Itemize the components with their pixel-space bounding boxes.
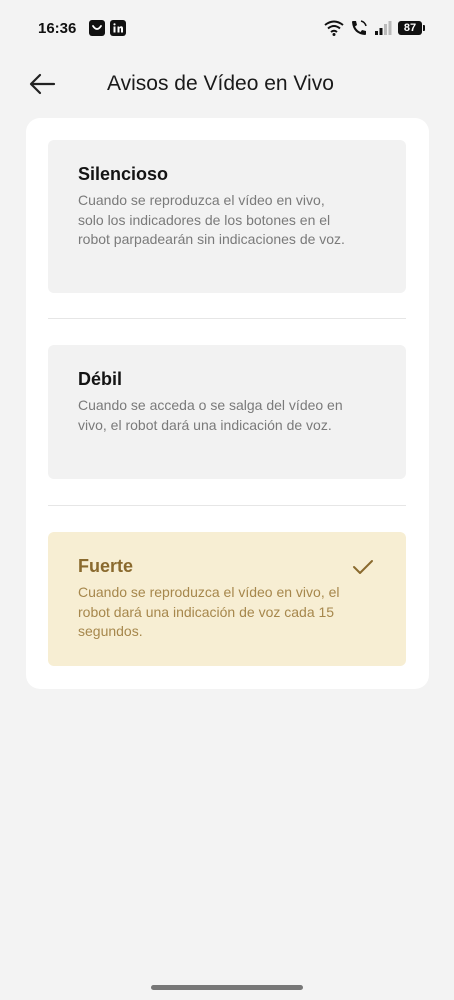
linkedin-icon xyxy=(110,20,126,36)
home-indicator[interactable] xyxy=(151,985,303,990)
wifi-icon xyxy=(324,20,344,36)
divider xyxy=(48,318,406,319)
arrow-left-icon xyxy=(29,73,56,95)
header: Avisos de Vídeo en Vivo xyxy=(0,56,454,112)
option-title: Débil xyxy=(78,369,123,389)
option-title: Fuerte xyxy=(78,556,134,576)
back-button[interactable] xyxy=(26,68,66,100)
option-description: Cuando se acceda o se salga del vídeo en… xyxy=(78,397,343,433)
wifi-call-icon xyxy=(352,20,367,35)
battery-indicator: 87 xyxy=(398,21,425,35)
divider xyxy=(48,505,406,506)
notification-app-icon xyxy=(89,20,105,36)
page-title: Avisos de Vídeo en Vivo xyxy=(107,72,334,95)
status-icons: 87 xyxy=(324,18,425,38)
status-time: 16:36 xyxy=(38,20,77,37)
option-debil[interactable]: Débil Cuando se acceda o se salga del ví… xyxy=(48,345,406,479)
option-silencioso[interactable]: Silencioso Cuando se reproduzca el vídeo… xyxy=(48,140,406,293)
option-description: Cuando se reproduzca el vídeo en vivo, s… xyxy=(78,192,345,247)
option-title: Silencioso xyxy=(78,164,169,184)
status-bar: 16:36 87 xyxy=(0,0,454,56)
signal-icon xyxy=(375,21,392,35)
check-icon xyxy=(353,560,373,574)
option-fuerte[interactable]: Fuerte Cuando se reproduzca el vídeo en … xyxy=(48,532,406,666)
option-description: Cuando se reproduzca el vídeo en vivo, e… xyxy=(78,584,340,639)
options-card: Silencioso Cuando se reproduzca el vídeo… xyxy=(26,118,429,689)
